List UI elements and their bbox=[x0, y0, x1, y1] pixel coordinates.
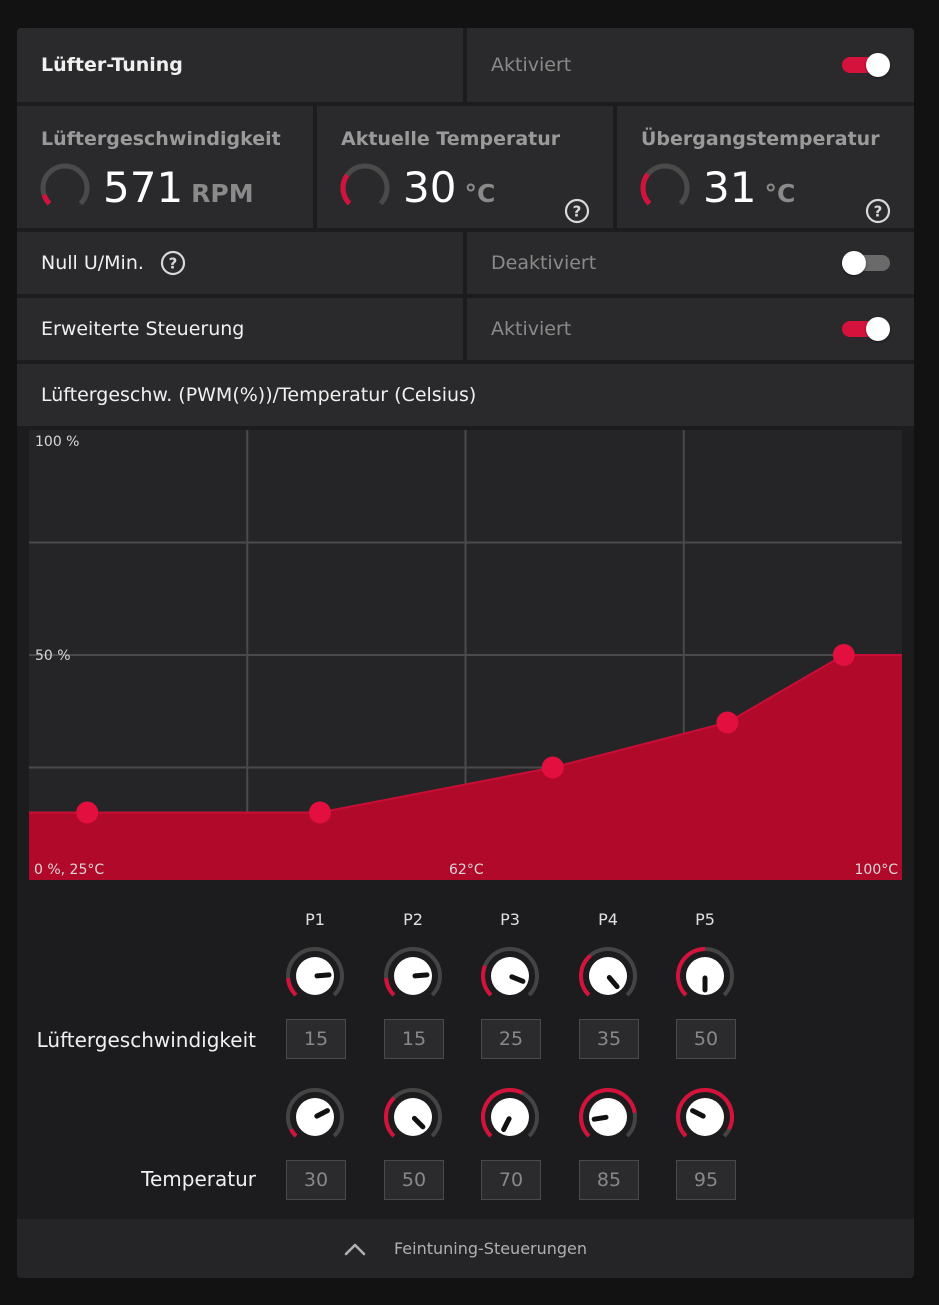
stat-fan-speed-title: Lüftergeschwindigkeit bbox=[41, 128, 281, 150]
temp-knob-p1[interactable] bbox=[284, 1086, 346, 1148]
svg-text:?: ? bbox=[169, 255, 178, 273]
curve-point-p2[interactable] bbox=[309, 801, 331, 824]
advanced-control-label-cell: Erweiterte Steuerung bbox=[17, 298, 463, 360]
stat-current-temp: Aktuelle Temperatur 30 °C ? bbox=[317, 106, 613, 228]
speed-knob-p5[interactable] bbox=[674, 945, 736, 1007]
fan-curve-chart[interactable]: 100 % 50 % 0 %, 25°C 62°C 100°C bbox=[29, 430, 902, 880]
help-icon[interactable]: ? bbox=[865, 198, 891, 224]
zero-rpm-label: Null U/Min. bbox=[41, 252, 144, 274]
speed-input-p3[interactable]: 25 bbox=[481, 1019, 541, 1059]
temp-input-p4[interactable]: 85 bbox=[579, 1160, 639, 1200]
stat-junction-temp: Übergangstemperatur 31 °C ? bbox=[617, 106, 914, 228]
point-label-p3: P3 bbox=[500, 910, 520, 929]
temp-knob-p2[interactable] bbox=[382, 1086, 444, 1148]
axis-label-origin: 0 %, 25°C bbox=[34, 862, 105, 878]
speed-input-p2[interactable]: 15 bbox=[384, 1019, 444, 1059]
fan-speed-gauge bbox=[40, 163, 90, 206]
speed-knob-p4[interactable] bbox=[577, 945, 639, 1007]
temp-input-p3[interactable]: 70 bbox=[481, 1160, 541, 1200]
temp-knob-p4[interactable] bbox=[577, 1086, 639, 1148]
stat-fan-speed-value: 571 RPM bbox=[103, 163, 254, 212]
svg-text:?: ? bbox=[573, 203, 582, 221]
zero-rpm-label-cell: Null U/Min. ? bbox=[17, 232, 463, 294]
zero-rpm-toggle-row[interactable]: Deaktiviert bbox=[467, 232, 914, 294]
fan-tuning-toggle-row[interactable]: Aktiviert bbox=[467, 28, 914, 102]
speed-knob-p1[interactable] bbox=[284, 945, 346, 1007]
speed-row-label: Lüftergeschwindigkeit bbox=[36, 1028, 256, 1052]
temp-input-p1[interactable]: 30 bbox=[286, 1160, 346, 1200]
fan-tuning-toggle[interactable] bbox=[842, 53, 890, 77]
point-label-p4: P4 bbox=[598, 910, 618, 929]
temp-knob-p5[interactable] bbox=[674, 1086, 736, 1148]
speed-knob-p2[interactable] bbox=[382, 945, 444, 1007]
speed-input-p1[interactable]: 15 bbox=[286, 1019, 346, 1059]
zero-rpm-state: Deaktiviert bbox=[491, 252, 597, 274]
curve-point-p5[interactable] bbox=[832, 644, 855, 666]
x-label-mid: 62°C bbox=[449, 862, 484, 878]
stat-junction-temp-value: 31 °C bbox=[703, 163, 796, 212]
temp-input-p2[interactable]: 50 bbox=[384, 1160, 444, 1200]
advanced-control-toggle[interactable] bbox=[842, 317, 890, 341]
temp-input-p5[interactable]: 95 bbox=[676, 1160, 736, 1200]
current-temp-gauge bbox=[340, 163, 390, 206]
curve-point-p1[interactable] bbox=[76, 801, 99, 824]
junction-temp-gauge bbox=[640, 163, 690, 206]
help-icon[interactable]: ? bbox=[160, 250, 186, 276]
chevron-up-icon bbox=[344, 1243, 366, 1255]
advanced-control-toggle-row[interactable]: Aktiviert bbox=[467, 298, 914, 360]
speed-input-p5[interactable]: 50 bbox=[676, 1019, 736, 1059]
fine-tuning-toggle[interactable]: Feintuning-Steuerungen bbox=[17, 1219, 914, 1278]
fan-curve-svg[interactable] bbox=[29, 430, 902, 880]
y-label-top: 100 % bbox=[35, 434, 80, 450]
fan-tuning-panel: Lüfter-Tuning Aktiviert Lüftergeschwindi… bbox=[17, 28, 914, 1278]
stat-current-temp-title: Aktuelle Temperatur bbox=[341, 128, 561, 150]
stat-junction-temp-title: Übergangstemperatur bbox=[641, 128, 880, 150]
speed-input-p4[interactable]: 35 bbox=[579, 1019, 639, 1059]
y-label-mid: 50 % bbox=[35, 648, 71, 664]
help-icon[interactable]: ? bbox=[564, 198, 590, 224]
fan-tuning-state: Aktiviert bbox=[491, 54, 572, 76]
curve-point-p3[interactable] bbox=[541, 756, 564, 779]
point-label-p2: P2 bbox=[403, 910, 423, 929]
svg-text:?: ? bbox=[874, 203, 883, 221]
fan-tuning-title: Lüfter-Tuning bbox=[41, 54, 183, 76]
advanced-control-state: Aktiviert bbox=[491, 318, 572, 340]
temp-knob-p3[interactable] bbox=[479, 1086, 541, 1148]
chart-header-label: Lüftergeschw. (PWM(%))/Temperatur (Celsi… bbox=[41, 384, 477, 406]
fan-tuning-title-cell: Lüfter-Tuning bbox=[17, 28, 463, 102]
point-label-p1: P1 bbox=[305, 910, 325, 929]
speed-knob-p3[interactable] bbox=[479, 945, 541, 1007]
temp-row-label: Temperatur bbox=[141, 1167, 256, 1191]
curve-point-p4[interactable] bbox=[716, 711, 739, 734]
x-label-max: 100°C bbox=[854, 862, 899, 878]
zero-rpm-toggle[interactable] bbox=[842, 251, 890, 275]
chart-header: Lüftergeschw. (PWM(%))/Temperatur (Celsi… bbox=[17, 364, 914, 426]
fine-tuning-label: Feintuning-Steuerungen bbox=[393, 1239, 588, 1258]
advanced-control-label: Erweiterte Steuerung bbox=[41, 318, 245, 340]
stat-fan-speed: Lüftergeschwindigkeit 571 RPM bbox=[17, 106, 313, 228]
stat-current-temp-value: 30 °C bbox=[403, 163, 496, 212]
point-label-p5: P5 bbox=[695, 910, 715, 929]
